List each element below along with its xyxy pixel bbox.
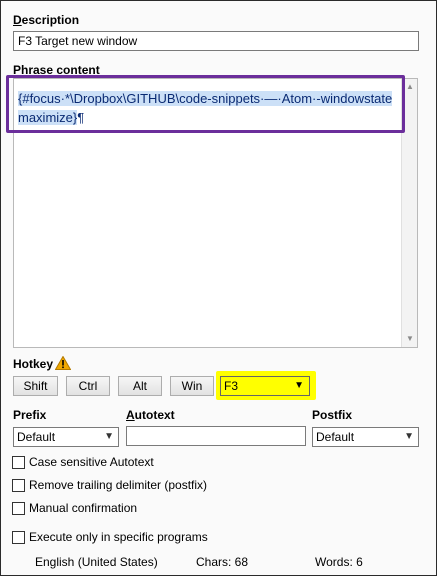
chevron-down-icon: ▼ [104,431,114,442]
option-label: Manual confirmation [29,501,138,515]
prefix-value: Default [17,430,56,444]
autotext-input[interactable] [126,426,306,446]
prefix-select[interactable]: Default ▼ [13,427,119,447]
phrase-line-2: maximize} [18,110,78,125]
checkbox[interactable] [12,531,25,544]
hotkey-label: Hotkey [13,357,54,371]
postfix-label: Postfix [312,408,353,422]
hotkey-key-value: F3 [224,379,239,393]
description-label: Description [13,13,80,27]
hotkey-key-select[interactable]: F3 ▼ [220,376,310,396]
description-input[interactable]: F3 Target new window [13,31,419,51]
phrase-content-text[interactable]: {#focus·*\Dropbox\GITHUB\code-snippets·—… [18,89,398,127]
scroll-down-icon[interactable]: ▼ [402,331,418,347]
postfix-value: Default [316,430,355,444]
option-label: Remove trailing delimiter (postfix) [29,478,208,492]
autotext-label: Autotext [126,408,175,422]
option-label: Execute only in specific programs [29,530,208,544]
ctrl-button[interactable]: Ctrl [66,376,110,396]
checkbox[interactable] [12,502,25,515]
status-words: Words: 6 [315,555,363,569]
shift-button[interactable]: Shift [13,376,58,396]
phrase-line-1: {#focus·*\Dropbox\GITHUB\code-snippets·—… [18,91,393,106]
prefix-label: Prefix [13,408,47,422]
postfix-select[interactable]: Default ▼ [312,427,419,447]
alt-button[interactable]: Alt [118,376,162,396]
chevron-down-icon: ▼ [404,431,414,442]
checkbox[interactable] [12,456,25,469]
checkbox[interactable] [12,479,25,492]
option-label: Case sensitive Autotext [29,455,154,469]
chevron-down-icon: ▼ [294,380,304,391]
win-button[interactable]: Win [170,376,214,396]
status-chars: Chars: 68 [196,555,249,569]
status-language: English (United States) [35,555,158,569]
paragraph-mark: ¶ [77,110,85,125]
warning-icon [55,356,71,370]
